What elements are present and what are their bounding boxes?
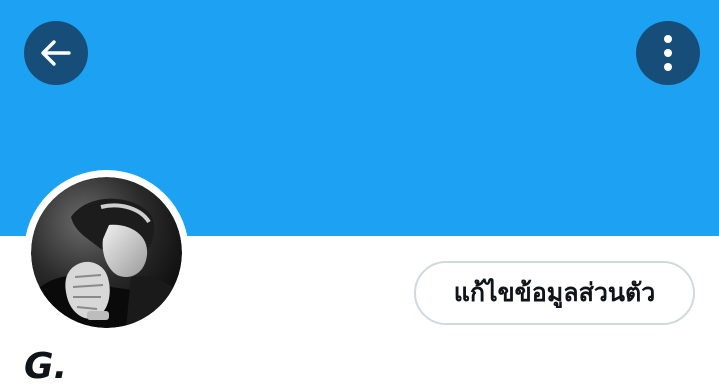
edit-profile-button[interactable]: แก้ไขข้อมูลส่วนตัว — [414, 261, 695, 325]
back-button[interactable] — [24, 21, 88, 85]
avatar-photo — [31, 177, 182, 328]
display-name: G. — [24, 346, 68, 387]
more-options-button[interactable] — [636, 21, 700, 85]
avatar[interactable] — [24, 170, 189, 335]
arrow-left-icon — [41, 40, 71, 66]
more-vertical-icon — [664, 35, 672, 71]
